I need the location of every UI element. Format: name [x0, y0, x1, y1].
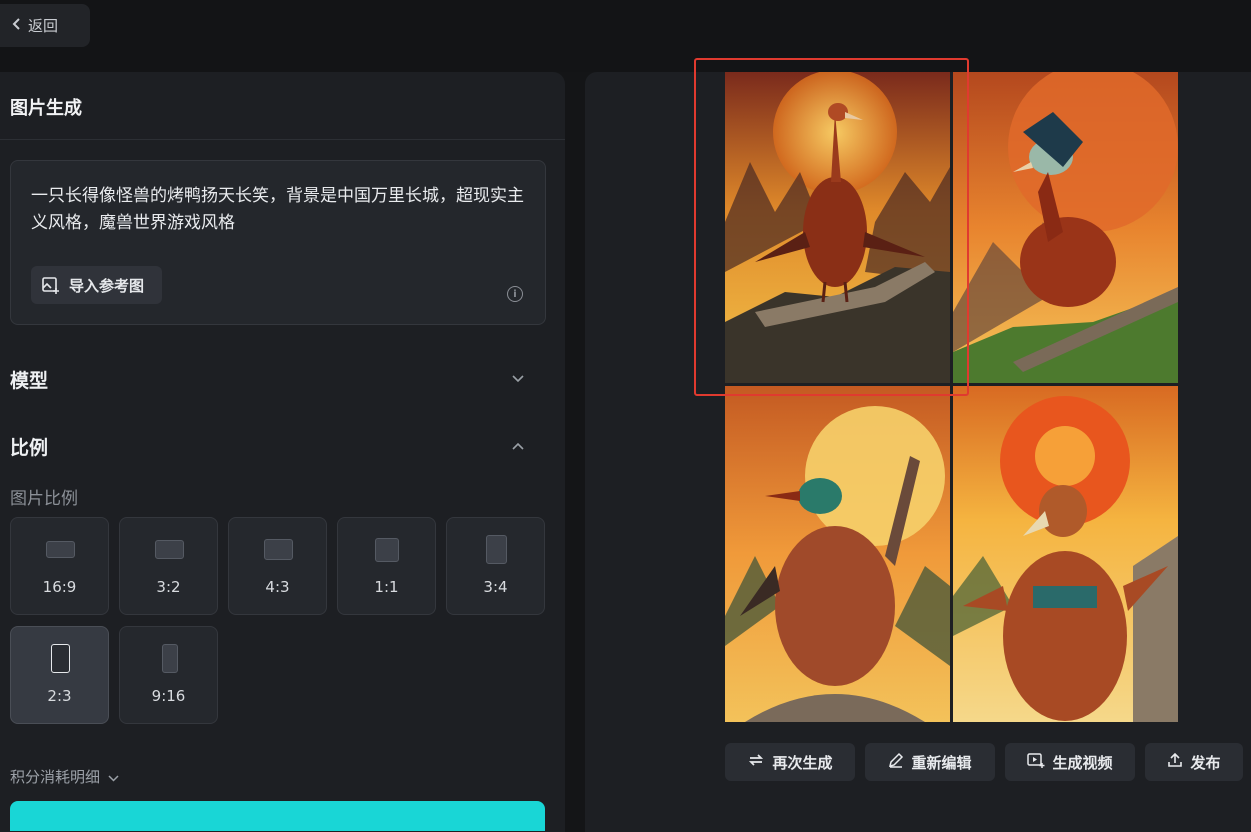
ratio-option-label: 9:16 [151, 687, 186, 705]
generation-settings-panel: 图片生成 一只长得像怪兽的烤鸭扬天长笑，背景是中国万里长城，超现实主义风格，魔兽… [0, 72, 565, 832]
model-label: 模型 [10, 369, 49, 392]
ratio-shape-icon [162, 644, 178, 673]
regenerate-button[interactable]: 再次生成 [725, 743, 855, 781]
top-bar: 返回 [0, 0, 1251, 72]
chevron-down-icon [108, 768, 119, 786]
ratio-option-1-1[interactable]: 1:1 [337, 517, 436, 615]
points-detail-label: 积分消耗明细 [10, 768, 101, 786]
prompt-box[interactable]: 一只长得像怪兽的烤鸭扬天长笑，背景是中国万里长城，超现实主义风格，魔兽世界游戏风… [10, 160, 546, 325]
ratio-shape-icon [155, 540, 184, 559]
ratio-option-3-4[interactable]: 3:4 [446, 517, 545, 615]
re-edit-button[interactable]: 重新编辑 [865, 743, 995, 781]
selected-image-highlight [694, 58, 969, 396]
back-button[interactable]: 返回 [0, 4, 90, 47]
ratio-shape-icon [375, 538, 399, 562]
chevron-left-icon [12, 17, 22, 35]
ratio-shape-icon [486, 535, 507, 564]
publish-label: 发布 [1190, 753, 1221, 772]
result-image-2[interactable] [953, 72, 1178, 383]
ratio-option-9-16[interactable]: 9:16 [119, 626, 218, 724]
video-icon [1027, 752, 1045, 772]
ratio-option-16-9[interactable]: 16:9 [10, 517, 109, 615]
ratio-caption: 图片比例 [10, 489, 78, 509]
chevron-down-icon [512, 371, 524, 387]
back-label: 返回 [28, 17, 59, 35]
re-edit-label: 重新编辑 [911, 753, 972, 772]
import-reference-button[interactable]: 导入参考图 [31, 266, 162, 304]
ratio-option-4-3[interactable]: 4:3 [228, 517, 327, 615]
ratio-shape-icon [264, 539, 293, 560]
ratio-shape-icon [46, 541, 75, 558]
ratio-option-label: 3:4 [483, 578, 508, 596]
ratio-option-label: 3:2 [156, 578, 181, 596]
ratio-shape-icon [51, 644, 70, 673]
regenerate-label: 再次生成 [772, 753, 833, 772]
result-image-3[interactable] [725, 386, 950, 722]
ratio-option-label: 16:9 [42, 578, 77, 596]
generate-button[interactable] [10, 801, 545, 831]
pen-icon [888, 752, 904, 772]
prompt-text[interactable]: 一只长得像怪兽的烤鸭扬天长笑，背景是中国万里长城，超现实主义风格，魔兽世界游戏风… [31, 183, 531, 237]
panel-title: 图片生成 [10, 98, 82, 119]
chevron-up-icon [512, 438, 524, 454]
ratio-option-2-3[interactable]: 2:3 [10, 626, 109, 724]
refresh-icon [747, 752, 765, 772]
ratio-option-label: 1:1 [374, 578, 399, 596]
upload-icon [1167, 752, 1183, 772]
ratio-option-label: 2:3 [47, 687, 72, 705]
import-image-icon [41, 275, 61, 295]
ratio-section-header[interactable]: 比例 [10, 431, 530, 461]
make-video-label: 生成视频 [1052, 753, 1113, 772]
model-section-header[interactable]: 模型 [10, 364, 530, 394]
ratio-label: 比例 [10, 436, 49, 459]
divider [0, 139, 565, 140]
ratio-option-label: 4:3 [265, 578, 290, 596]
import-reference-label: 导入参考图 [69, 276, 145, 295]
info-icon[interactable]: i [507, 286, 523, 302]
result-image-4[interactable] [953, 386, 1178, 722]
points-detail-toggle[interactable]: 积分消耗明细 [10, 766, 119, 787]
publish-button[interactable]: 发布 [1145, 743, 1243, 781]
ratio-option-3-2[interactable]: 3:2 [119, 517, 218, 615]
make-video-button[interactable]: 生成视频 [1005, 743, 1135, 781]
